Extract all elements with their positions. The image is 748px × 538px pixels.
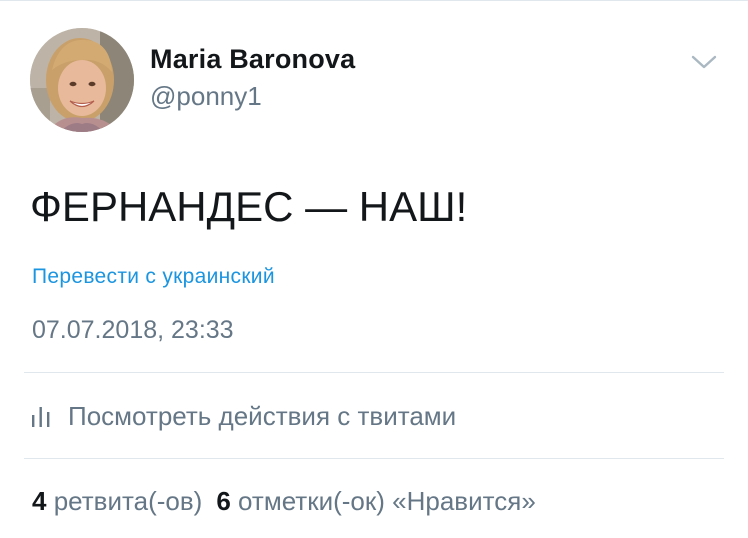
author-names: Maria Baronova @ponny1 [150,42,355,112]
chevron-down-icon[interactable] [690,50,718,72]
divider [24,458,724,459]
retweets-count: 4 [32,486,47,516]
likes-count: 6 [216,486,231,516]
tweet-header: Maria Baronova @ponny1 [30,28,730,138]
retweets-stat[interactable]: 4 ретвита(-ов) [32,486,202,516]
avatar[interactable] [30,28,134,132]
tweet-text: ФЕРНАНДЕС — НАШ! [30,183,468,230]
retweets-label: ретвита(-ов) [53,486,203,516]
view-activity-label: Посмотреть действия с твитами [68,401,457,431]
bar-chart-icon [30,403,52,429]
avatar-photo [30,28,134,132]
top-border [0,0,748,1]
likes-stat[interactable]: 6 отметки(-ок) «Нравится» [216,486,535,516]
likes-label: отметки(-ок) «Нравится» [238,486,536,516]
tweet-stats: 4 ретвита(-ов) 6 отметки(-ок) «Нравится» [32,484,536,518]
view-activity-button[interactable]: Посмотреть действия с твитами [30,398,456,434]
author-handle[interactable]: @ponny1 [150,80,355,112]
tweet-timestamp[interactable]: 07.07.2018, 23:33 [32,313,234,347]
divider [24,372,724,373]
author-display-name[interactable]: Maria Baronova [150,42,355,76]
translate-link[interactable]: Перевести с украинский [32,262,275,292]
